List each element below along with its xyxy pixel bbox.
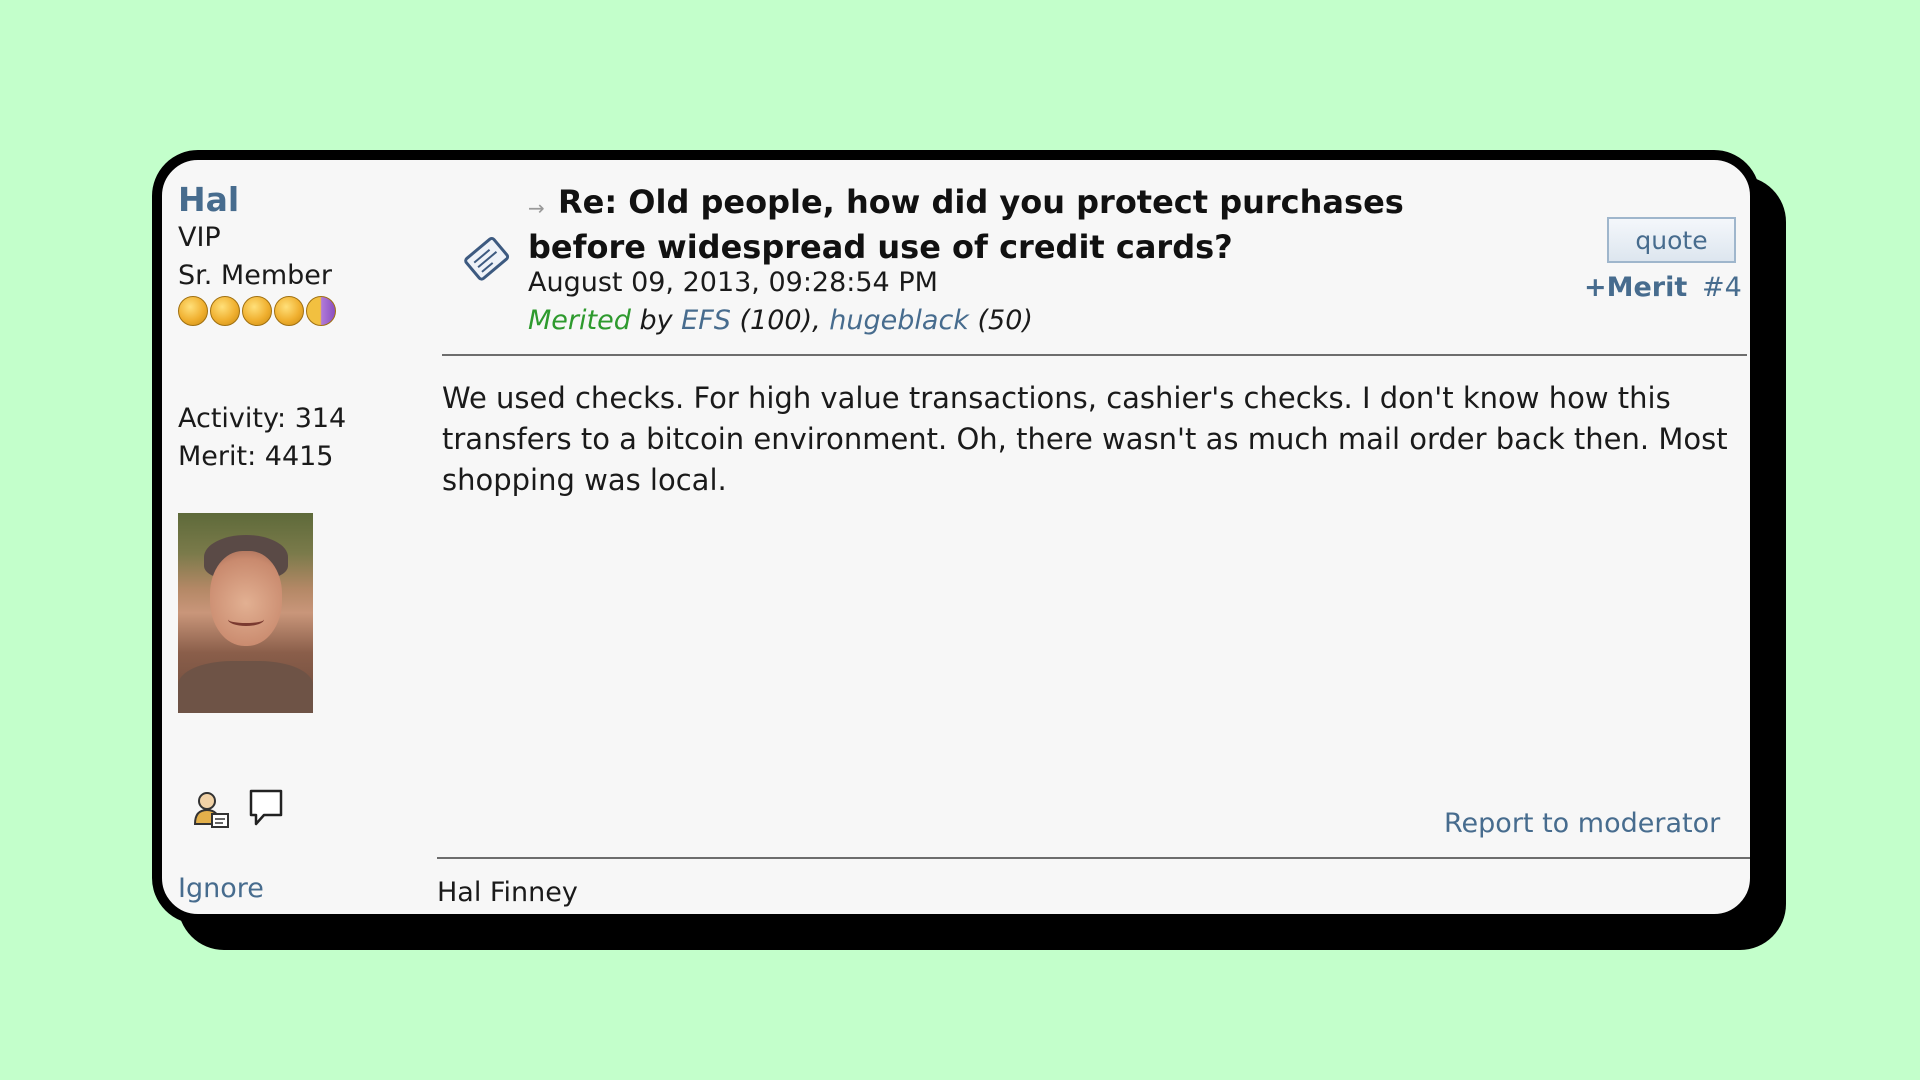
merited-line: Merited by EFS (100), hugeblack (50)	[528, 305, 1033, 336]
rank-coin-icon	[210, 296, 240, 326]
poster-merit: Merit: 4415	[178, 441, 334, 472]
rank-coin-icon	[242, 296, 272, 326]
avatar	[178, 513, 313, 713]
poster-name-link[interactable]: Hal	[178, 180, 239, 219]
merit-amount: (100),	[739, 305, 821, 336]
add-merit-button[interactable]: +Merit	[1584, 272, 1687, 303]
forum-post-card: Hal VIP Sr. Member Activity: 314 Merit: …	[152, 150, 1760, 924]
rank-coin-half-icon	[306, 296, 336, 326]
post-number-link[interactable]: #4	[1702, 272, 1742, 303]
quote-button[interactable]: quote	[1607, 217, 1736, 263]
send-message-icon[interactable]	[248, 788, 284, 832]
post-date: August 09, 2013, 09:28:54 PM	[528, 267, 938, 298]
post-title[interactable]: Re: Old people, how did you protect purc…	[528, 180, 1408, 270]
signature-divider	[437, 857, 1750, 859]
poster-activity: Activity: 314	[178, 403, 347, 434]
rank-coin-icon	[274, 296, 304, 326]
poster-rank: Sr. Member	[178, 260, 332, 291]
merit-user-link[interactable]: hugeblack	[829, 305, 969, 336]
signature: Hal Finney	[437, 877, 578, 908]
rank-stars	[178, 296, 336, 326]
merit-user-link[interactable]: EFS	[681, 305, 731, 336]
poster-group: VIP	[178, 222, 221, 253]
merit-amount: (50)	[977, 305, 1033, 336]
view-profile-icon[interactable]	[192, 790, 230, 834]
merited-label: Merited	[528, 305, 631, 336]
merited-by: by	[639, 305, 673, 336]
report-to-moderator-link[interactable]: Report to moderator	[1444, 808, 1720, 839]
ignore-link[interactable]: Ignore	[178, 873, 264, 904]
rank-coin-icon	[178, 296, 208, 326]
post-document-icon	[458, 230, 514, 286]
post-body: We used checks. For high value transacti…	[442, 381, 1728, 497]
header-divider	[442, 354, 1747, 356]
